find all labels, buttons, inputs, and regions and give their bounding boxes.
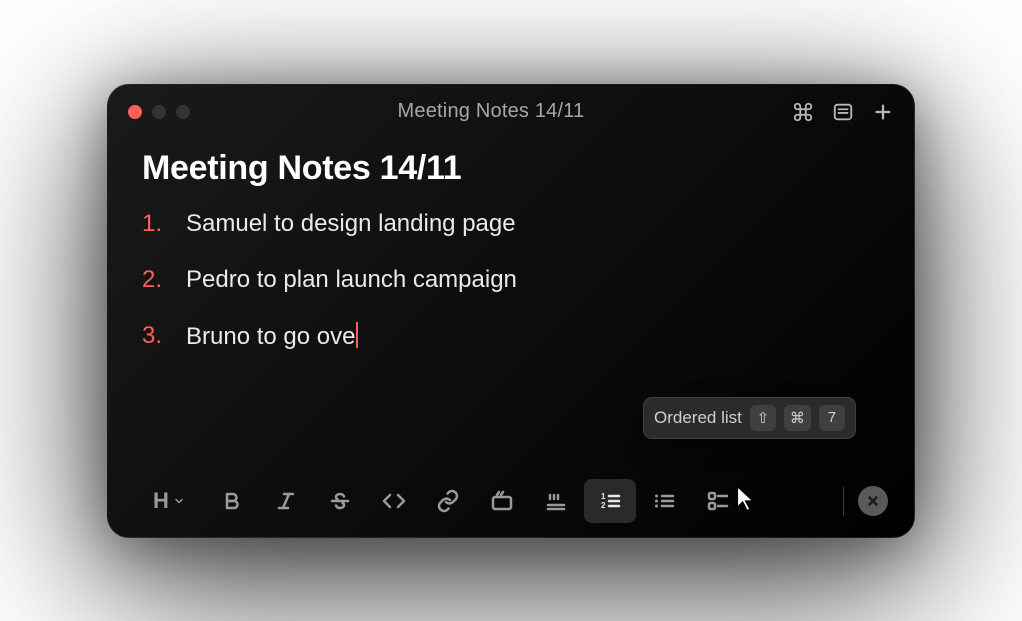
zoom-window-dot[interactable] (176, 105, 190, 119)
close-window-dot[interactable] (128, 105, 142, 119)
traffic-lights (128, 105, 190, 119)
panel-icon[interactable] (832, 101, 854, 123)
key-seven: 7 (819, 405, 845, 431)
format-toolbar: H 12 (108, 465, 914, 537)
svg-text:2: 2 (601, 501, 606, 510)
list-item-text: Samuel to design landing page (186, 210, 516, 237)
heading-button[interactable]: H (134, 479, 204, 523)
close-toolbar-button[interactable] (858, 486, 888, 516)
italic-button[interactable] (260, 479, 312, 523)
minimize-window-dot[interactable] (152, 105, 166, 119)
window-title: Meeting Notes 14/11 (190, 100, 792, 123)
toolbar-divider (843, 486, 844, 516)
heading-label: H (153, 488, 169, 514)
text-caret (356, 322, 358, 348)
key-shift: ⇧ (750, 405, 776, 431)
ordered-list-button[interactable]: 12 (584, 479, 636, 523)
key-command: ⌘ (784, 405, 811, 431)
list-item: Samuel to design landing page (142, 210, 880, 238)
quote-button[interactable] (530, 479, 582, 523)
code-button[interactable] (368, 479, 420, 523)
list-item-text: Bruno to go ove (186, 323, 355, 350)
tooltip-ordered-list: Ordered list ⇧ ⌘ 7 (643, 397, 856, 439)
bullet-list-button[interactable] (638, 479, 690, 523)
link-button[interactable] (422, 479, 474, 523)
tooltip-label: Ordered list (654, 408, 742, 428)
list-item: Pedro to plan launch campaign (142, 266, 880, 294)
titlebar-actions (792, 101, 894, 123)
editor-content[interactable]: Meeting Notes 14/11 Samuel to design lan… (108, 139, 914, 351)
strikethrough-button[interactable] (314, 479, 366, 523)
task-list-button[interactable] (692, 479, 744, 523)
code-block-button[interactable] (476, 479, 528, 523)
list-item-text: Pedro to plan launch campaign (186, 266, 517, 293)
ordered-list: Samuel to design landing page Pedro to p… (142, 210, 880, 351)
note-window: Meeting Notes 14/11 Meeting Notes 14/11 … (107, 84, 915, 538)
list-item: Bruno to go ove (142, 322, 880, 351)
chevron-down-icon (173, 495, 185, 507)
plus-icon[interactable] (872, 101, 894, 123)
titlebar: Meeting Notes 14/11 (108, 85, 914, 139)
bold-button[interactable] (206, 479, 258, 523)
command-icon[interactable] (792, 101, 814, 123)
svg-text:1: 1 (601, 492, 606, 501)
document-title: Meeting Notes 14/11 (142, 149, 880, 188)
